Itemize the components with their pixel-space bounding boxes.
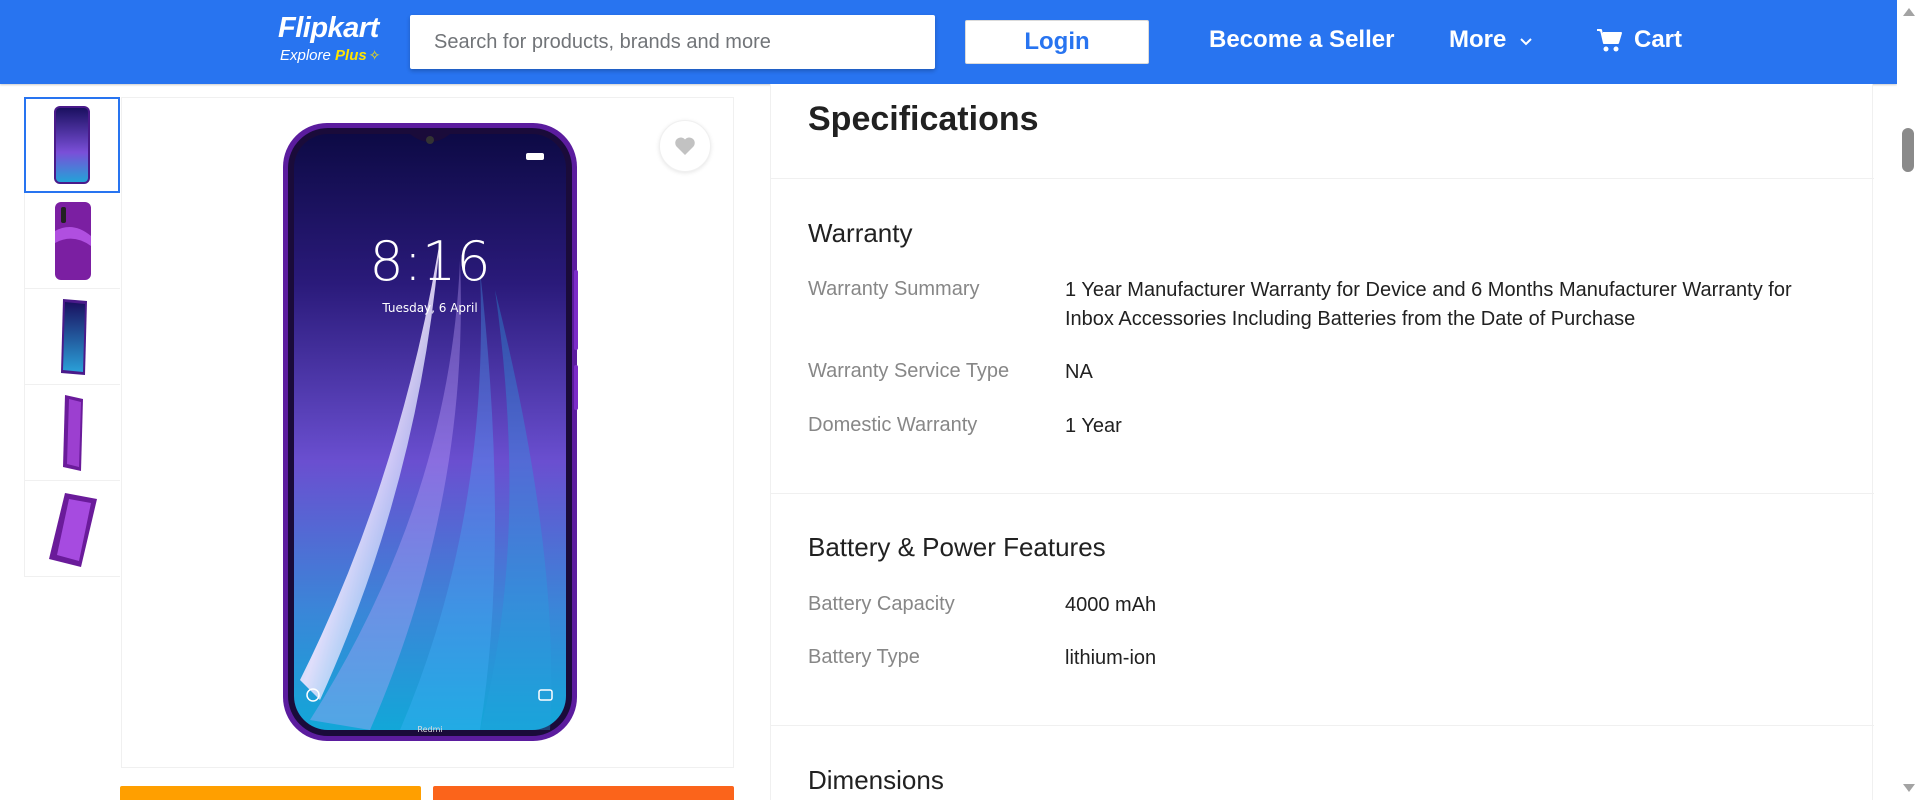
thumbnail-3[interactable] [24, 289, 120, 385]
flipkart-logo[interactable]: Flipkart Explore Plus ✧ [278, 12, 403, 68]
search-input[interactable] [410, 15, 870, 69]
spec-label: Domestic Warranty [808, 414, 978, 436]
phone-front-thumbnail-image [54, 106, 90, 184]
scroll-up-arrow-icon[interactable] [1903, 8, 1915, 16]
scroll-down-arrow-icon[interactable] [1903, 784, 1915, 792]
phone-back-thumbnail-image [54, 201, 91, 280]
spec-value: lithium-ion [1065, 647, 1157, 669]
section-title-battery: Battery & Power Features [808, 532, 1106, 562]
more-menu[interactable]: More [1449, 26, 1533, 54]
thumbnail-4[interactable] [24, 385, 120, 481]
heart-icon [675, 137, 695, 155]
spec-value: 1 Year Manufacturer Warranty for Device … [1065, 279, 1792, 330]
phone-tilted-thumbnail-image [48, 492, 97, 567]
scrollbar-thumb[interactable] [1902, 128, 1914, 172]
divider [771, 725, 1874, 726]
spec-label: Battery Type [808, 646, 920, 668]
top-header: Flipkart Explore Plus✧ Login Become a Se… [0, 0, 1897, 84]
specifications-title: Specifications [808, 100, 1039, 138]
thumbnail-5[interactable] [24, 481, 120, 577]
more-label: More [1449, 26, 1507, 53]
thumbnail-2[interactable] [24, 193, 120, 289]
thumbnail-1[interactable] [24, 97, 120, 193]
logo-plus-text: Plus [335, 47, 367, 64]
search-bar [410, 15, 1325, 73]
lockscreen-time: 8:16 [369, 230, 490, 293]
spec-label: Warranty Summary [808, 278, 980, 300]
section-title-warranty: Warranty [808, 218, 913, 248]
logo-sub-prefix: Explore [280, 47, 336, 64]
divider [771, 178, 1874, 179]
phone-angle-thumbnail-image [60, 298, 87, 375]
specifications-panel: Specifications Warranty Warranty Summary… [770, 84, 1874, 800]
divider [771, 493, 1874, 494]
plus-star-icon: ✧ [368, 47, 381, 63]
product-phone-image[interactable]: 8:16 Tuesday, 6 April Redmi [280, 120, 580, 744]
section-title-dimensions: Dimensions [808, 765, 944, 795]
buy-now-button[interactable] [433, 786, 734, 800]
cart-label: Cart [1634, 26, 1683, 53]
page-scrollbar[interactable] [1897, 0, 1920, 800]
spec-label: Battery Capacity [808, 593, 955, 615]
spec-value: 1 Year [1065, 415, 1122, 437]
phone-brand-mark: Redmi [417, 725, 442, 734]
add-to-cart-button[interactable] [120, 786, 421, 800]
phone-side-thumbnail-image [62, 394, 83, 471]
spec-label: Warranty Service Type [808, 360, 1010, 382]
spec-value: 4000 mAh [1065, 594, 1157, 616]
login-button[interactable]: Login [965, 20, 1149, 64]
lockscreen-date: Tuesday, 6 April [381, 301, 477, 315]
cart-link[interactable]: Cart [1596, 26, 1682, 54]
wishlist-button[interactable] [659, 120, 711, 172]
chevron-down-icon [1520, 37, 1532, 46]
logo-subtitle: Explore Plus ✧ [280, 47, 380, 64]
thumbnail-list [24, 97, 121, 577]
cart-icon [1597, 29, 1622, 52]
become-seller-link[interactable]: Become a Seller [1209, 26, 1394, 54]
product-image-panel: 8:16 Tuesday, 6 April Redmi [121, 97, 734, 768]
spec-value: NA [1065, 361, 1093, 383]
logo-name: Flipkart [278, 12, 379, 44]
